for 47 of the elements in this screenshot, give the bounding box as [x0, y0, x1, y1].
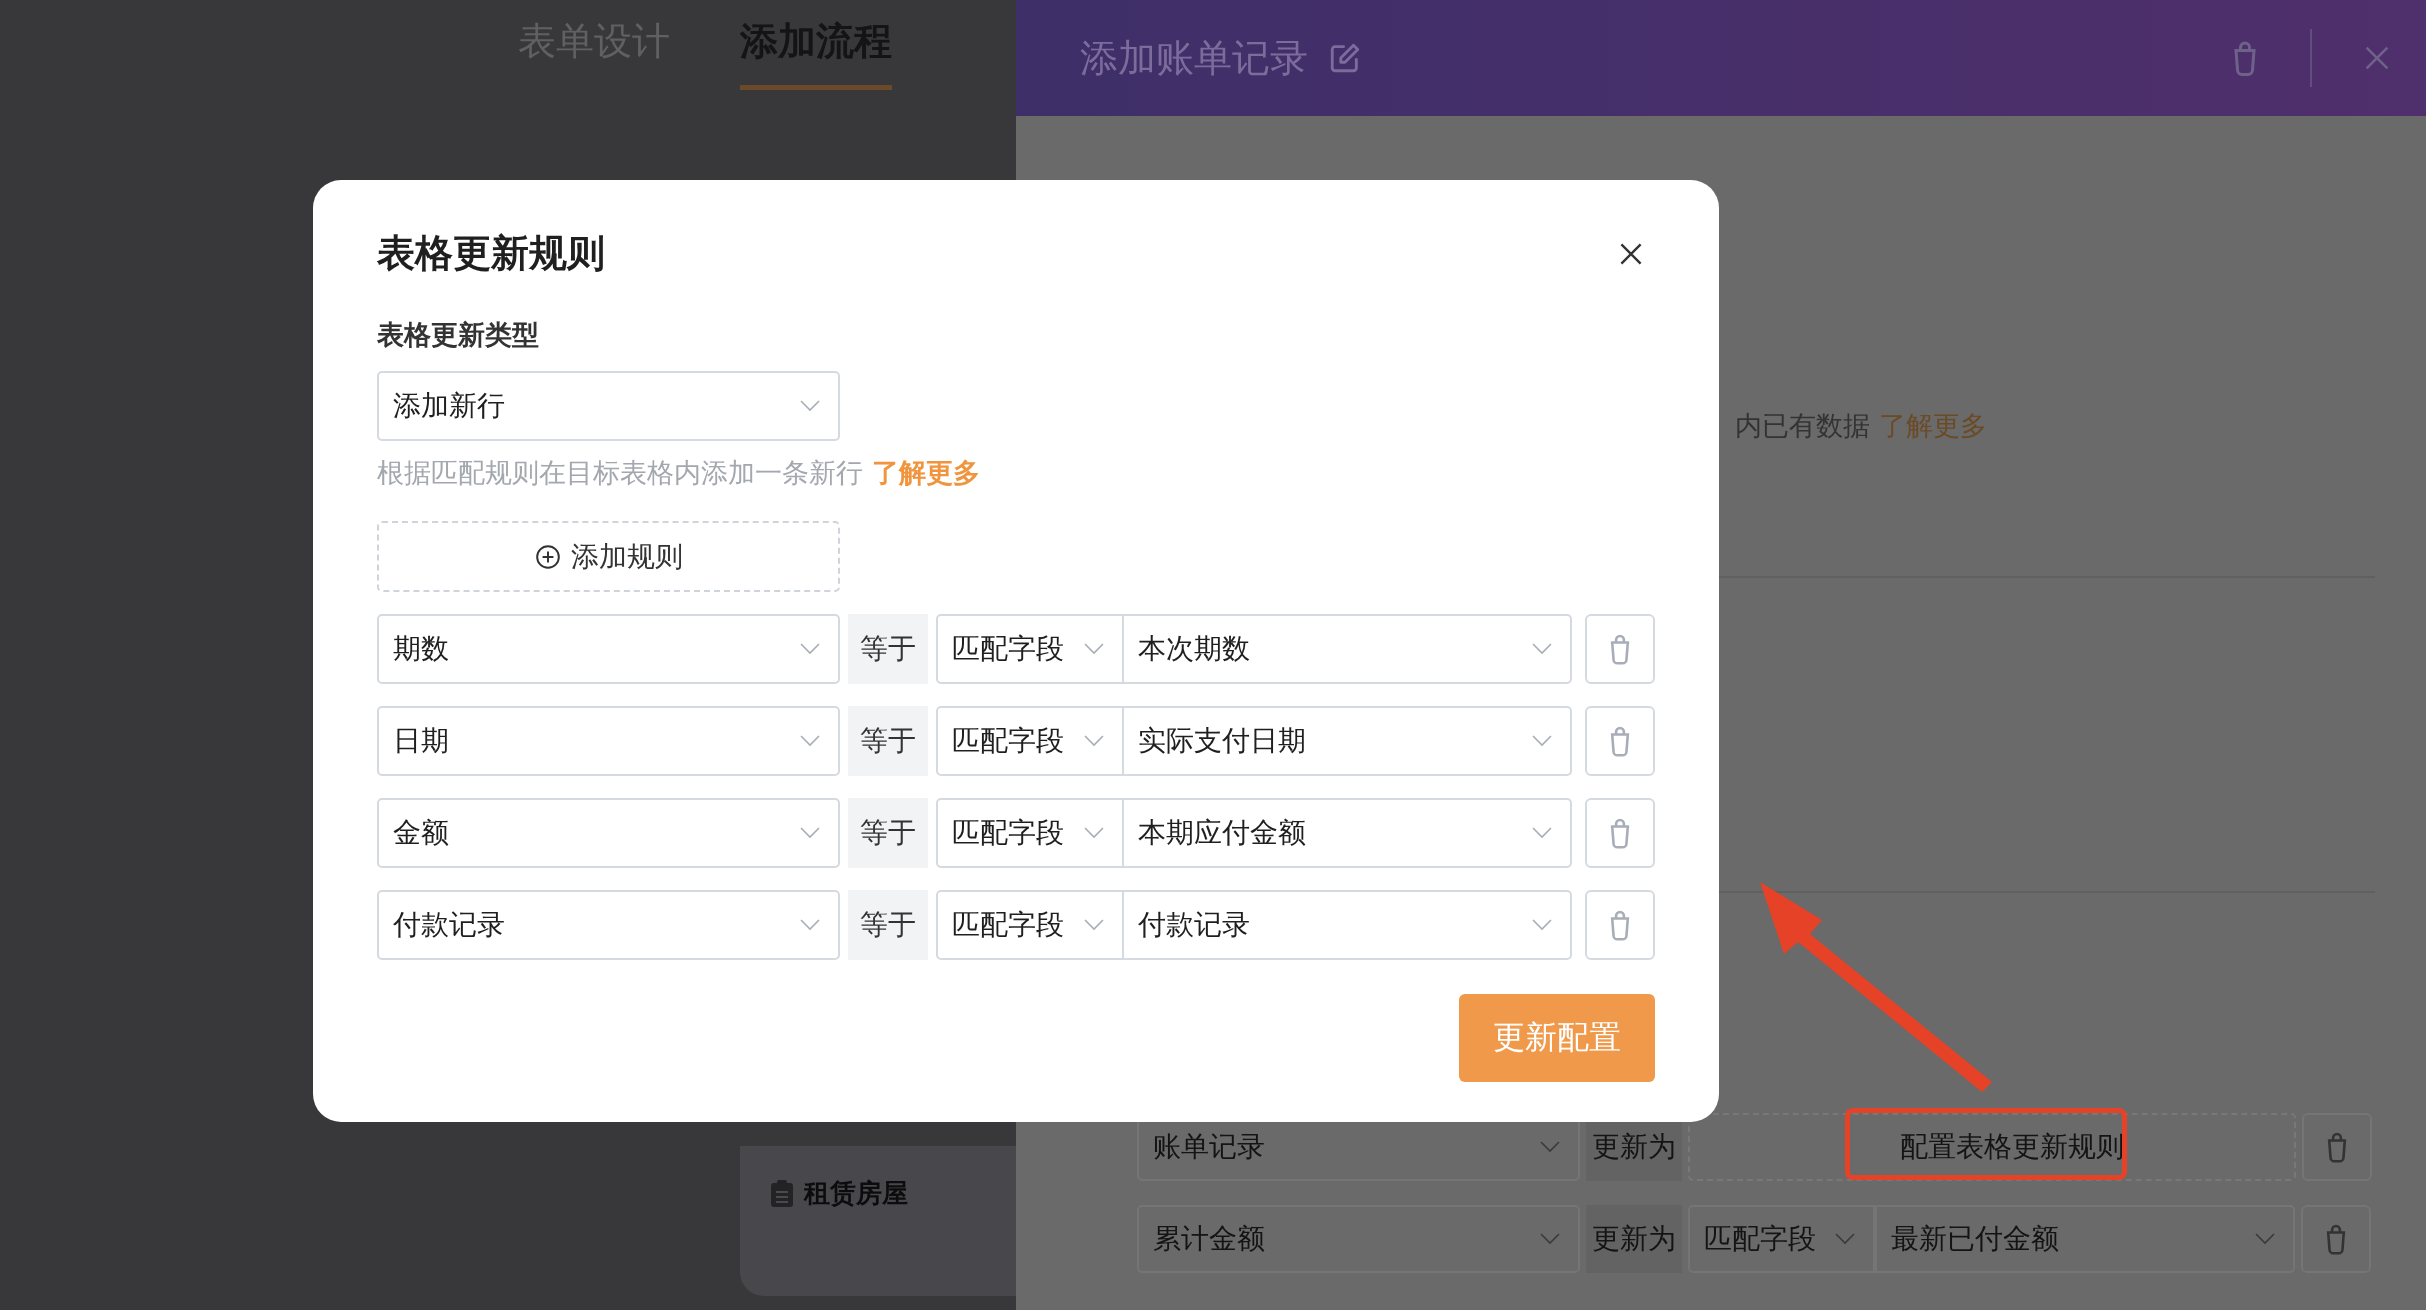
- dialog-title: 表格更新规则: [377, 230, 605, 277]
- type-select[interactable]: 添加新行: [377, 371, 840, 441]
- field-select[interactable]: 金额: [377, 798, 840, 868]
- chevron-down-icon: [1532, 919, 1552, 931]
- drawer-title: 添加账单记录: [1080, 34, 1308, 82]
- chevron-down-icon: [2255, 1233, 2275, 1245]
- chevron-down-icon: [1084, 919, 1104, 931]
- operator-label: 更新为: [1586, 1205, 1682, 1273]
- card-title: 租赁房屋: [804, 1177, 908, 1210]
- close-icon[interactable]: [1619, 241, 1643, 266]
- operator-label: 等于: [848, 614, 928, 684]
- chevron-down-icon: [1084, 643, 1104, 655]
- chevron-down-icon: [1835, 1233, 1855, 1245]
- source-select[interactable]: 匹配字段: [936, 614, 1124, 684]
- value-select[interactable]: 本次期数: [1124, 614, 1572, 684]
- chevron-down-icon: [800, 400, 820, 412]
- field-select[interactable]: 日期: [377, 706, 840, 776]
- chevron-down-icon: [1532, 643, 1552, 655]
- field-select[interactable]: 付款记录: [377, 890, 840, 960]
- value-select[interactable]: 实际支付日期: [1124, 706, 1572, 776]
- chevron-down-icon: [1540, 1141, 1560, 1153]
- delete-button[interactable]: [2302, 1113, 2372, 1181]
- add-rule-button[interactable]: 添加规则: [377, 521, 840, 592]
- chevron-down-icon: [800, 919, 820, 931]
- chevron-down-icon: [1532, 735, 1552, 747]
- source-select[interactable]: 匹配字段: [936, 706, 1124, 776]
- delete-button[interactable]: [2301, 1205, 2371, 1273]
- operator-label: 等于: [848, 890, 928, 960]
- field-label: 表格更新类型: [377, 318, 539, 352]
- source-select[interactable]: 匹配字段: [936, 798, 1124, 868]
- chevron-down-icon: [1084, 735, 1104, 747]
- chevron-down-icon: [1540, 1233, 1560, 1245]
- operator-label: 等于: [848, 706, 928, 776]
- edit-icon[interactable]: [1328, 41, 1362, 75]
- field-select[interactable]: 期数: [377, 614, 840, 684]
- value-select[interactable]: 付款记录: [1124, 890, 1572, 960]
- chevron-down-icon: [800, 643, 820, 655]
- operator-label: 等于: [848, 798, 928, 868]
- plus-circle-icon: [534, 543, 561, 570]
- value-select[interactable]: 本期应付金额: [1124, 798, 1572, 868]
- clipboard-icon: [770, 1179, 794, 1208]
- source-select[interactable]: 匹配字段: [936, 890, 1124, 960]
- chevron-down-icon: [800, 735, 820, 747]
- help-text: 根据匹配规则在目标表格内添加一条新行: [377, 457, 863, 488]
- chevron-down-icon: [1084, 827, 1104, 839]
- chevron-down-icon: [1532, 827, 1552, 839]
- chevron-down-icon: [800, 827, 820, 839]
